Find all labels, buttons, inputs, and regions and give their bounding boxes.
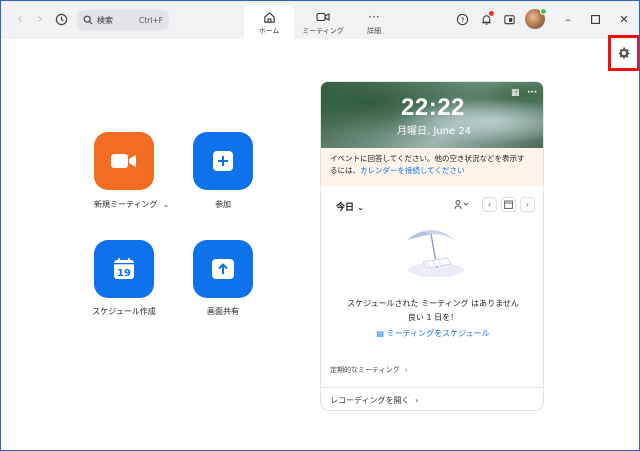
back-arrow-icon[interactable]: ‹ (11, 10, 29, 28)
next-day-button[interactable]: › (520, 197, 535, 212)
calendar-notice: イベントに回答してください。他の空き状況などを表示す るには、カレンダーを接続し… (321, 148, 543, 186)
help-icon[interactable]: ? (454, 11, 470, 27)
schedule-label[interactable]: スケジュール作成 (85, 306, 163, 317)
share-screen-label[interactable]: 画面共有 (193, 306, 253, 317)
share-screen-button[interactable] (193, 240, 253, 298)
chevron-right-icon: › (404, 366, 408, 374)
divider (321, 387, 543, 388)
connect-calendar-link[interactable]: カレンダーを接続してください (360, 166, 465, 175)
schedule-meeting-text: ミーティングをスケジュール (386, 329, 490, 338)
close-icon[interactable]: ✕ (616, 11, 632, 27)
more-options-icon[interactable]: ··· (527, 88, 537, 98)
clock-time: 22:22 (401, 94, 465, 121)
avatar[interactable] (525, 8, 547, 29)
join-label[interactable]: 参加 (193, 199, 253, 210)
calendar-header: 今日 ⌄ ‹ › (321, 192, 543, 218)
calendar-banner: ▦ ··· 22:22 月曜日, June 24 (321, 82, 543, 148)
home-icon (263, 10, 276, 24)
top-bar: ‹ › 検索 Ctrl+F ホーム ミーティング ··· 詳細 ? – ✕ (1, 1, 639, 39)
join-button[interactable] (193, 132, 253, 190)
chevron-down-icon: ⌄ (357, 203, 364, 212)
calendar-card: ▦ ··· 22:22 月曜日, June 24 イベントに回答してください。他… (320, 81, 544, 411)
new-meeting-text: 新規ミーティング (94, 200, 158, 209)
no-meetings-text: スケジュールされた ミーティング はありません (347, 299, 519, 308)
search-shortcut: Ctrl+F (139, 15, 163, 25)
open-recordings-text: レコーディングを開く (330, 396, 410, 405)
clock-date: 月曜日, June 24 (397, 126, 472, 137)
good-day-text: 良い 1 日を！ (407, 313, 459, 322)
forward-arrow-icon[interactable]: › (31, 10, 49, 28)
today-dropdown[interactable]: 今日 ⌄ (336, 200, 364, 213)
previous-day-button[interactable]: ‹ (482, 197, 497, 212)
app-window: ‹ › 検索 Ctrl+F ホーム ミーティング ··· 詳細 ? – ✕ 新規… (0, 0, 640, 451)
gear-icon (618, 47, 630, 59)
search-icon (83, 15, 93, 25)
today-label: 今日 (336, 203, 355, 213)
schedule-button[interactable]: 19 (94, 240, 154, 298)
tab-label: ホーム (258, 27, 280, 35)
svg-text:?: ? (460, 15, 464, 24)
notice-line-1: イベントに回答してください。他の空き状況などを表示す (330, 154, 525, 163)
recurring-label: 定期的なミーティング (330, 366, 400, 374)
schedule-meeting-link[interactable]: ▤ ミーティングをスケジュール (321, 328, 543, 339)
notification-dot (489, 11, 494, 16)
notification-bell-icon[interactable] (478, 11, 494, 27)
history-icon[interactable] (52, 10, 70, 28)
chevron-right-icon: › (415, 396, 419, 405)
calendar-small-icon (504, 200, 513, 209)
tab-more[interactable]: ··· 詳細 (353, 5, 395, 39)
more-icon: ··· (368, 10, 380, 24)
tab-meetings[interactable]: ミーティング (298, 5, 348, 39)
search-input[interactable]: 検索 Ctrl+F (77, 10, 169, 30)
tab-label: 詳細 (367, 27, 381, 35)
calendar-view-button[interactable] (501, 197, 516, 212)
plus-icon (213, 151, 233, 171)
status-online-dot (540, 8, 547, 15)
share-screen-icon (212, 259, 234, 279)
notice-prefix: るには、 (330, 166, 360, 175)
maximize-icon[interactable] (587, 11, 603, 27)
calendar-day-number: 19 (117, 268, 131, 279)
notice-line-2: るには、カレンダーを接続してください (330, 165, 536, 177)
video-icon (316, 10, 330, 24)
calendar-filter-icon[interactable] (454, 199, 470, 212)
tab-home[interactable]: ホーム (244, 5, 294, 39)
new-meeting-label[interactable]: 新規ミーティング ⌄ (94, 199, 169, 210)
beach-umbrella-illustration (407, 230, 464, 277)
calendar-add-icon[interactable]: ▦ (511, 88, 520, 98)
new-meeting-button[interactable] (94, 132, 154, 190)
search-placeholder: 検索 (97, 15, 113, 25)
calendar-icon: 19 (114, 258, 134, 279)
recurring-meetings-link[interactable]: 定期的なミーティング › (330, 365, 408, 375)
minimize-icon[interactable]: – (560, 11, 576, 27)
tab-label: ミーティング (302, 27, 344, 35)
chevron-down-icon[interactable]: ⌄ (163, 201, 169, 209)
calendar-plus-icon: ▤ (376, 329, 385, 338)
whiteboard-icon[interactable] (501, 11, 517, 27)
settings-button[interactable] (608, 35, 639, 71)
video-camera-icon (111, 154, 136, 168)
open-recordings-link[interactable]: レコーディングを開く › (330, 395, 418, 406)
